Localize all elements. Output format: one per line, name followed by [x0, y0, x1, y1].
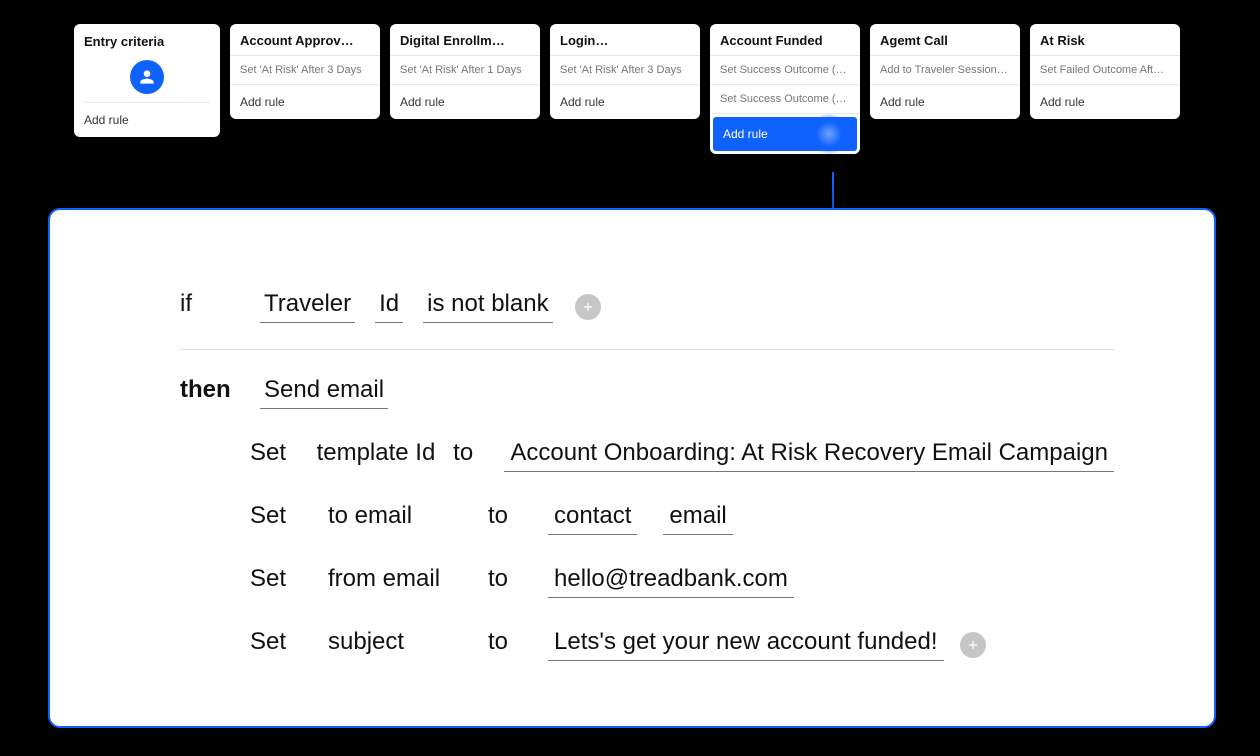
stage-title: At Risk — [1030, 24, 1180, 56]
condition-token[interactable]: Traveler — [260, 290, 355, 323]
condition-token[interactable]: is not blank — [423, 290, 552, 323]
stage-card: Agemt CallAdd to Traveler Session: JourA… — [870, 24, 1020, 119]
add-rule-button[interactable]: Add rule — [74, 103, 220, 137]
set-row: SetsubjecttoLets's get your new account … — [180, 628, 1114, 661]
value-tokens: Account Onboarding: At Risk Recovery Ema… — [504, 439, 1114, 472]
plus-icon — [966, 638, 980, 652]
stage-title: Account Funded — [710, 24, 860, 56]
action-token[interactable]: Send email — [260, 376, 388, 409]
stage-card: Account FundedSet Success Outcome (Acc…S… — [710, 24, 860, 154]
stage-card: Account Approv…Set 'At Risk' After 3 Day… — [230, 24, 380, 119]
set-row: Setfrom emailtohello@treadbank.com — [180, 565, 1114, 598]
rule-editor-panel: if Traveler Id is not blank then Send emai… — [48, 208, 1216, 728]
rule-summary[interactable]: Add to Traveler Session: Jour — [870, 56, 1020, 85]
value-tokens: Lets's get your new account funded! — [548, 628, 944, 661]
if-keyword: if — [180, 290, 250, 318]
rule-summary[interactable]: Set 'At Risk' After 3 Days — [550, 56, 700, 85]
add-rule-button[interactable]: Add rule — [390, 85, 540, 119]
value-token[interactable]: Lets's get your new account funded! — [548, 628, 944, 661]
set-field-label: to email — [328, 502, 488, 530]
set-keyword: Set — [250, 502, 328, 530]
ripple-indicator — [809, 114, 849, 154]
if-tokens: Traveler Id is not blank — [250, 290, 559, 323]
value-tokens: hello@treadbank.com — [548, 565, 794, 598]
if-row: if Traveler Id is not blank — [180, 290, 1114, 350]
rule-summary[interactable]: Set 'At Risk' After 1 Days — [390, 56, 540, 85]
stage-title: Entry criteria — [74, 24, 220, 56]
set-field-label: template Id — [317, 439, 454, 467]
add-condition-button[interactable] — [575, 294, 601, 320]
stage-title: Agemt Call — [870, 24, 1020, 56]
set-keyword: Set — [250, 439, 317, 467]
value-token[interactable]: contact — [548, 502, 637, 535]
rule-summary[interactable]: Set Success Outcome (Acc… — [710, 85, 860, 114]
value-token[interactable]: hello@treadbank.com — [548, 565, 794, 598]
entry-avatar-wrap — [84, 56, 210, 103]
condition-token[interactable]: Id — [375, 290, 403, 323]
then-keyword: then — [180, 376, 250, 404]
connector-line — [832, 172, 834, 210]
to-keyword: to — [453, 439, 504, 467]
stage-title: Account Approv… — [230, 24, 380, 56]
to-keyword: to — [488, 565, 548, 593]
rule-summary[interactable]: Set Success Outcome (Acc… — [710, 56, 860, 85]
then-row: then Send email — [180, 376, 1114, 409]
set-field-label: subject — [328, 628, 488, 656]
rule-summary[interactable]: Set 'At Risk' After 3 Days — [230, 56, 380, 85]
stage-title: Login… — [550, 24, 700, 56]
set-keyword: Set — [250, 628, 328, 656]
stage-row: Entry criteriaAdd ruleAccount Approv…Set… — [0, 0, 1260, 154]
add-rule-button[interactable]: Add rule — [713, 117, 857, 151]
stage-card: At RiskSet Failed Outcome After 30Add ru… — [1030, 24, 1180, 119]
stage-card: Digital Enrollm…Set 'At Risk' After 1 Da… — [390, 24, 540, 119]
stage-title: Digital Enrollm… — [390, 24, 540, 56]
set-row: Setto emailtocontact email — [180, 502, 1114, 535]
to-keyword: to — [488, 628, 548, 656]
stage-card: Login…Set 'At Risk' After 3 DaysAdd rule — [550, 24, 700, 119]
set-row: Settemplate IdtoAccount Onboarding: At R… — [180, 439, 1114, 472]
set-keyword: Set — [250, 565, 328, 593]
stage-card: Entry criteria Add rule — [74, 24, 220, 137]
plus-icon — [581, 300, 595, 314]
value-token[interactable]: email — [663, 502, 732, 535]
add-rule-button[interactable]: Add rule — [230, 85, 380, 119]
set-field-label: from email — [328, 565, 488, 593]
then-block: then Send email Settemplate IdtoAccount … — [180, 376, 1114, 661]
add-rule-button[interactable]: Add rule — [550, 85, 700, 119]
add-rule-button[interactable]: Add rule — [870, 85, 1020, 119]
to-keyword: to — [488, 502, 548, 530]
add-set-button[interactable] — [960, 632, 986, 658]
add-rule-button[interactable]: Add rule — [1030, 85, 1180, 119]
rule-summary[interactable]: Set Failed Outcome After 30 — [1030, 56, 1180, 85]
person-icon — [130, 60, 164, 94]
value-token[interactable]: Account Onboarding: At Risk Recovery Ema… — [504, 439, 1114, 472]
value-tokens: contact email — [548, 502, 733, 535]
